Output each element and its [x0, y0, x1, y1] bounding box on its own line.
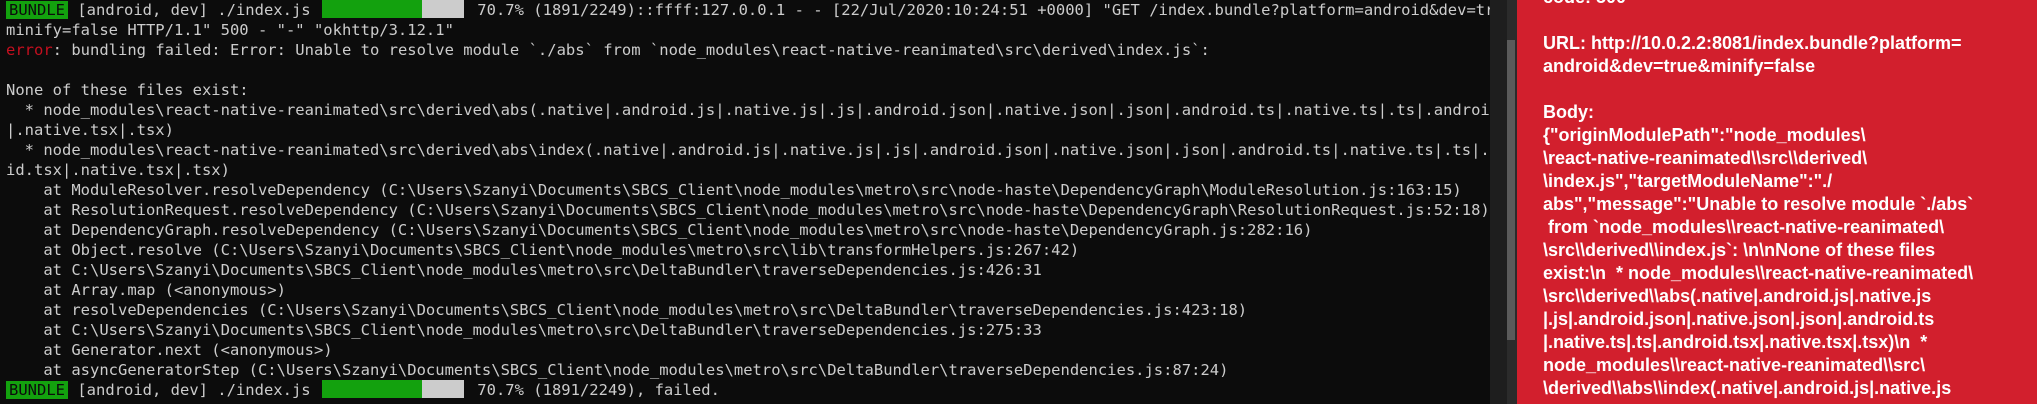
error-screen-line: from `node_modules\\react-native-reanima… — [1543, 217, 1945, 237]
error-screen-line: code: 500 — [1543, 0, 2013, 9]
bundle-progress-fill — [321, 0, 423, 18]
terminal-line: at C:\Users\Szanyi\Documents\SBCS_Client… — [6, 321, 1042, 339]
error-screen-line — [1543, 78, 2013, 101]
bundle-progress-bar — [321, 380, 464, 398]
terminal-line: at DependencyGraph.resolveDependency (C:… — [6, 221, 1313, 239]
terminal-line: error: bundling failed: Error: Unable to… — [0, 40, 1490, 60]
bundle-target: [android, dev] ./index.js — [68, 1, 320, 19]
error-screen-line: android&dev=true&minify=false — [1543, 56, 1816, 76]
terminal-output[interactable]: BUNDLE [android, dev] ./index.js 70.7% (… — [0, 0, 1490, 404]
terminal-line: * node_modules\react-native-reanimated\s… — [6, 101, 1490, 119]
error-screen-line: |.native.ts|.ts|.android.tsx|.native.tsx… — [1543, 332, 1928, 352]
error-screen-line: |.js|.android.json|.native.json|.json|.a… — [1543, 309, 1935, 329]
window-divider — [1490, 0, 1507, 404]
terminal-line: |.native.tsx|.tsx) — [6, 121, 174, 139]
terminal-scrollbar[interactable] — [1507, 0, 1517, 404]
error-message-body: code: 500 URL: http://10.0.2.2:8081/index… — [1543, 0, 2013, 400]
bundle-status: 70.7% (1891/2249)::ffff:127.0.0.1 - - [2… — [467, 1, 1490, 19]
terminal-line: BUNDLE [android, dev] ./index.js 70.7% (… — [0, 380, 1490, 400]
bundle-progress-fill — [321, 380, 423, 398]
error-screen-line: \src\\derived\\index.js`: \n\nNone of th… — [1543, 240, 1936, 260]
error-screen-line: URL: http://10.0.2.2:8081/index.bundle?p… — [1543, 33, 1962, 53]
terminal-line: at Generator.next (<anonymous>) — [6, 341, 333, 359]
bundle-progress-bar — [321, 0, 464, 18]
error-screen-line: \react-native-reanimated\\src\\derived\ — [1543, 148, 1868, 168]
error-screen-line: \derived\\abs\\index(.native|.android.js… — [1543, 378, 1952, 398]
terminal-line: at ResolutionRequest.resolveDependency (… — [6, 201, 1490, 219]
terminal-line: at resolveDependencies (C:\Users\Szanyi\… — [6, 301, 1248, 319]
bundle-status: 70.7% (1891/2249), failed. — [467, 381, 720, 399]
terminal-line: BUNDLE [android, dev] ./index.js 70.7% (… — [0, 0, 1490, 20]
bundle-badge: BUNDLE — [6, 381, 68, 399]
error-text: : bundling failed: Error: Unable to reso… — [52, 41, 1210, 59]
error-screen-line: {"originModulePath":"node_modules\ — [1543, 125, 1866, 145]
error-screen-line: exist:\n * node_modules\\react-native-re… — [1543, 263, 1974, 283]
error-screen-line: \index.js","targetModuleName":"./ — [1543, 171, 1833, 191]
error-screen-line — [1543, 9, 2013, 32]
terminal-line: minify=false HTTP/1.1" 500 - "-" "okhttp… — [6, 21, 454, 39]
error-screen-line: node_modules\\react-native-reanimated\\s… — [1543, 355, 1926, 375]
bundle-target: [android, dev] ./index.js — [68, 381, 320, 399]
red-error-screen: code: 500 URL: http://10.0.2.2:8081/index… — [1517, 0, 2037, 404]
error-screen-line: abs","message":"Unable to resolve module… — [1543, 194, 1974, 214]
terminal-line: id.tsx|.native.tsx|.tsx) — [6, 161, 230, 179]
terminal-line: at asyncGeneratorStep (C:\Users\Szanyi\D… — [6, 361, 1229, 379]
error-screen-line: \src\\derived\\abs(.native|.android.js|.… — [1543, 286, 1932, 306]
terminal-line: at Object.resolve (C:\Users\Szanyi\Docum… — [6, 241, 1080, 259]
error-label: error — [6, 41, 53, 59]
terminal-line: None of these files exist: — [6, 81, 249, 99]
error-screen-line: Body: — [1543, 102, 1594, 122]
bundle-badge: BUNDLE — [6, 1, 68, 19]
terminal-line: at C:\Users\Szanyi\Documents\SBCS_Client… — [6, 261, 1042, 279]
terminal-line: at ModuleResolver.resolveDependency (C:\… — [6, 181, 1462, 199]
terminal-line: at Array.map (<anonymous>) — [6, 281, 286, 299]
scrollbar-thumb[interactable] — [1507, 40, 1515, 340]
screen: BUNDLE [android, dev] ./index.js 70.7% (… — [0, 0, 2037, 404]
terminal-line: * node_modules\react-native-reanimated\s… — [6, 141, 1490, 159]
